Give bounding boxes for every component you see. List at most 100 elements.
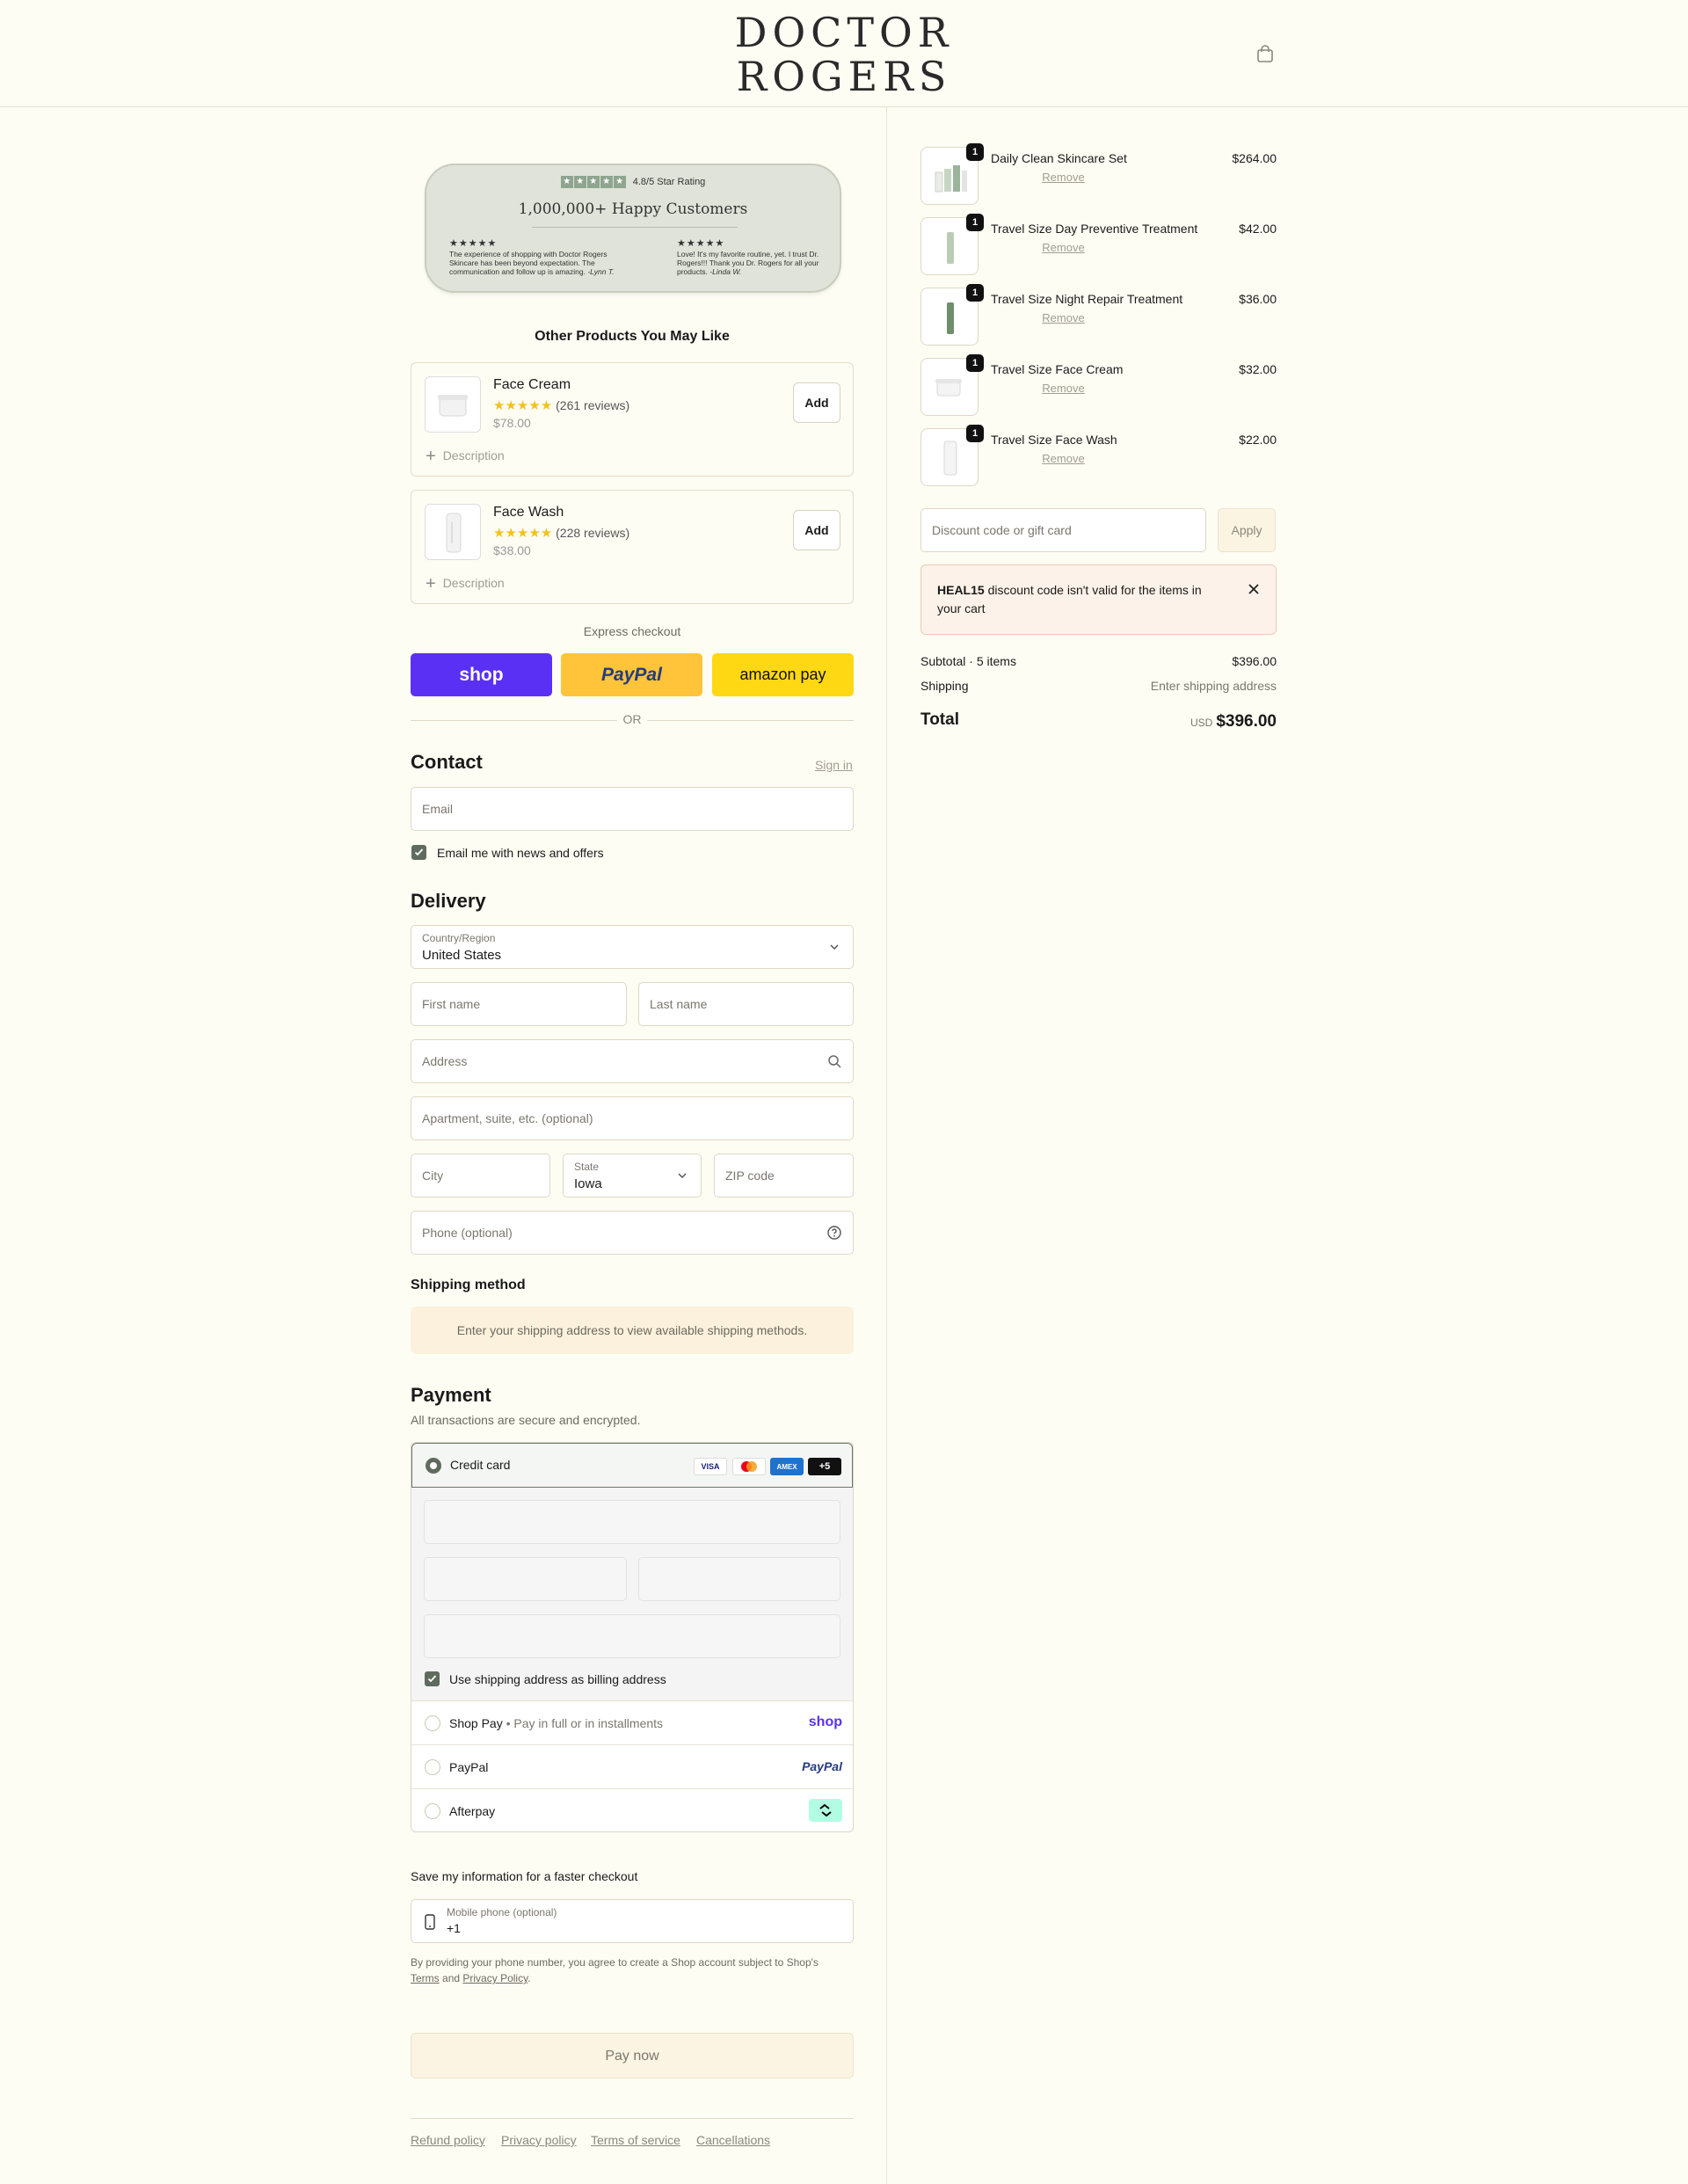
star-icon: ★ bbox=[560, 176, 573, 188]
footer-divider bbox=[411, 2118, 854, 2119]
mobile-phone-icon bbox=[425, 1914, 435, 1930]
remove-link[interactable]: Remove bbox=[991, 452, 1136, 465]
remove-link[interactable]: Remove bbox=[991, 311, 1136, 324]
logo[interactable]: DOCTOR ROGERS bbox=[0, 11, 1688, 98]
newsletter-checkbox[interactable] bbox=[411, 845, 426, 860]
remove-link[interactable]: Remove bbox=[991, 171, 1136, 184]
item-price: $42.00 bbox=[1239, 222, 1277, 236]
star-icon: ★ bbox=[573, 176, 586, 188]
mobile-phone-label: Mobile phone (optional) bbox=[447, 1906, 557, 1918]
discount-error: HEAL15 discount code isn't valid for the… bbox=[920, 564, 1277, 635]
address-placeholder: Address bbox=[422, 1054, 468, 1068]
save-info-heading: Save my information for a faster checkou… bbox=[411, 1869, 638, 1883]
city-field[interactable]: City bbox=[411, 1154, 550, 1198]
zip-placeholder: ZIP code bbox=[725, 1168, 775, 1183]
product-name[interactable]: Face Cream bbox=[493, 377, 571, 393]
cancellations-link[interactable]: Cancellations bbox=[696, 2133, 770, 2147]
afterpay-radio[interactable] bbox=[425, 1803, 440, 1819]
card-cvv-field[interactable] bbox=[638, 1557, 840, 1601]
refund-policy-link[interactable]: Refund policy bbox=[411, 2133, 485, 2147]
chevron-down-icon bbox=[830, 944, 839, 950]
terms-of-service-link[interactable]: Terms of service bbox=[591, 2133, 680, 2147]
item-name: Travel Size Face Cream bbox=[991, 362, 1124, 376]
apply-discount-button[interactable]: Apply bbox=[1218, 508, 1276, 552]
item-quantity-badge: 1 bbox=[966, 284, 984, 302]
mobile-phone-field[interactable]: Mobile phone (optional) +1 bbox=[411, 1899, 854, 1943]
phone-field[interactable]: Phone (optional) bbox=[411, 1211, 854, 1255]
credit-card-radio[interactable] bbox=[426, 1458, 441, 1474]
description-toggle[interactable]: + Description bbox=[426, 574, 505, 594]
credit-card-option[interactable]: Credit card VISA AMEX +5 bbox=[411, 1443, 853, 1488]
help-icon[interactable] bbox=[826, 1225, 842, 1241]
currency-code: USD bbox=[1190, 717, 1213, 729]
card-number-field[interactable] bbox=[424, 1500, 840, 1544]
or-text: OR bbox=[622, 712, 642, 726]
review-1: ★★★★★ The experience of shopping with Do… bbox=[449, 238, 625, 277]
review-2: ★★★★★ Love! It's my favorite routine, ye… bbox=[677, 239, 822, 277]
shop-pay-button[interactable]: shop bbox=[411, 653, 552, 696]
product-price: $38.00 bbox=[493, 543, 531, 557]
amazon-pay-button[interactable]: amazon pay bbox=[712, 653, 854, 696]
billing-same-checkbox[interactable] bbox=[425, 1671, 440, 1686]
product-name[interactable]: Face Wash bbox=[493, 505, 564, 521]
address-field[interactable]: Address bbox=[411, 1039, 854, 1083]
card-expiry-field[interactable] bbox=[424, 1557, 627, 1601]
reviews-banner: ★ ★ ★ ★ ★ 4.8/5 Star Rating 1,000,000+ Happy… bbox=[425, 164, 841, 293]
shop-pay-radio[interactable] bbox=[425, 1715, 440, 1731]
item-price: $22.00 bbox=[1239, 433, 1277, 447]
product-price: $78.00 bbox=[493, 416, 531, 430]
cart-item: 1 Travel Size Face Wash Remove $22.00 bbox=[920, 425, 1277, 490]
product-image bbox=[425, 376, 481, 433]
privacy-policy-footer-link[interactable]: Privacy policy bbox=[501, 2133, 577, 2147]
shop-pay-logo: shop bbox=[459, 664, 504, 685]
first-name-field[interactable]: First name bbox=[411, 982, 627, 1026]
description-toggle[interactable]: + Description bbox=[426, 447, 505, 467]
last-name-field[interactable]: Last name bbox=[638, 982, 854, 1026]
afterpay-option[interactable]: Afterpay bbox=[411, 1788, 853, 1831]
review-text: The experience of shopping with Doctor R… bbox=[449, 250, 608, 276]
shop-pay-option[interactable]: Shop Pay • Pay in full or in installment… bbox=[411, 1700, 853, 1744]
add-button[interactable]: Add bbox=[793, 510, 840, 550]
shopping-bag-icon[interactable] bbox=[1255, 44, 1275, 63]
review-stars: ★★★★★ bbox=[449, 238, 498, 249]
country-select[interactable]: Country/Region United States bbox=[411, 925, 854, 969]
close-icon[interactable] bbox=[1248, 583, 1260, 595]
review-count: (261 reviews) bbox=[556, 398, 630, 412]
chevron-down-icon bbox=[678, 1173, 687, 1179]
payment-heading: Payment bbox=[411, 1384, 491, 1406]
apartment-field[interactable]: Apartment, suite, etc. (optional) bbox=[411, 1096, 854, 1140]
discount-code: HEAL15 bbox=[937, 583, 985, 597]
paypal-button[interactable]: PayPal bbox=[561, 653, 702, 696]
billing-same-label: Use shipping address as billing address bbox=[449, 1672, 666, 1686]
email-field[interactable]: Email bbox=[411, 787, 854, 831]
paypal-radio[interactable] bbox=[425, 1759, 440, 1775]
phone-placeholder: Phone (optional) bbox=[422, 1226, 513, 1240]
pay-now-button[interactable]: Pay now bbox=[411, 2033, 854, 2078]
add-button[interactable]: Add bbox=[793, 382, 840, 423]
contact-heading: Contact bbox=[411, 751, 483, 773]
remove-link[interactable]: Remove bbox=[991, 241, 1136, 254]
paypal-label: PayPal bbox=[449, 1760, 489, 1774]
zip-field[interactable]: ZIP code bbox=[714, 1154, 854, 1198]
product-rating: ★★★★★ (261 reviews) bbox=[493, 397, 629, 413]
credit-card-form: Use shipping address as billing address bbox=[411, 1488, 853, 1700]
discount-code-field[interactable]: Discount code or gift card bbox=[920, 508, 1206, 552]
cart-item: 1 Daily Clean Skincare Set Remove $264.0… bbox=[920, 143, 1277, 208]
paypal-logo: PayPal bbox=[601, 664, 662, 685]
cart-item: 1 Travel Size Day Preventive Treatment R… bbox=[920, 214, 1277, 279]
remove-link[interactable]: Remove bbox=[991, 382, 1136, 395]
logo-line-1: DOCTOR bbox=[734, 9, 954, 56]
terms-link[interactable]: Terms bbox=[411, 1972, 440, 1984]
subtotal-label: Subtotal · 5 items bbox=[920, 654, 1016, 668]
amazon-pay-logo: amazon pay bbox=[739, 666, 826, 683]
state-select[interactable]: State Iowa bbox=[563, 1154, 702, 1198]
paypal-option[interactable]: PayPal PayPal bbox=[411, 1744, 853, 1788]
description-label: Description bbox=[442, 448, 505, 462]
card-name-field[interactable] bbox=[424, 1614, 840, 1658]
sign-in-link[interactable]: Sign in bbox=[815, 758, 853, 772]
item-name: Travel Size Night Repair Treatment bbox=[991, 292, 1183, 306]
subtotal-row: Subtotal · 5 items $396.00 bbox=[920, 654, 1277, 668]
review-text: Love! It's my favorite routine, yet. I t… bbox=[677, 250, 819, 276]
total-label: Total bbox=[920, 710, 959, 729]
privacy-policy-link[interactable]: Privacy Policy bbox=[462, 1972, 528, 1984]
